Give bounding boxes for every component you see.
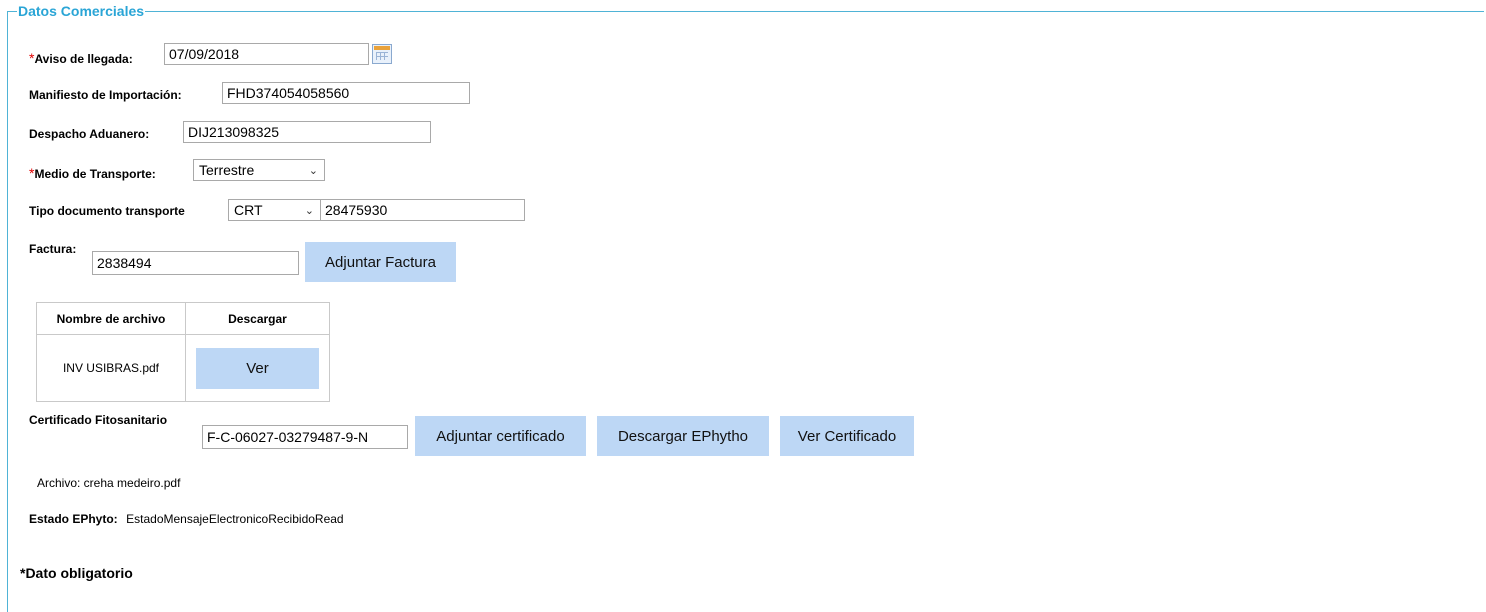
despacho-input[interactable] — [183, 121, 431, 143]
estado-label: Estado EPhyto: — [29, 512, 118, 526]
table-header-row: Nombre de archivo Descargar — [36, 302, 330, 335]
column-header-descargar: Descargar — [185, 302, 330, 335]
factura-input[interactable] — [92, 251, 299, 275]
ver-certificado-button[interactable]: Ver Certificado — [780, 416, 914, 456]
chevron-down-icon: ⌄ — [308, 165, 318, 177]
tipo-doc-number-input[interactable] — [320, 199, 525, 221]
table-row: INV USIBRAS.pdf Ver — [36, 334, 330, 402]
tipo-doc-label: Tipo documento transporte — [29, 204, 185, 218]
manifiesto-label: Manifiesto de Importación: — [29, 88, 182, 102]
manifiesto-input[interactable] — [222, 82, 470, 104]
certificado-label: Certificado Fitosanitario — [29, 413, 168, 427]
certificado-input[interactable] — [202, 425, 408, 449]
medio-selected-value: Terrestre — [199, 162, 255, 178]
medio-transporte-select[interactable]: Terrestre ⌄ — [193, 159, 325, 181]
calendar-icon[interactable] — [372, 44, 392, 64]
descargar-ephytho-button[interactable]: Descargar EPhytho — [597, 416, 769, 456]
aviso-label-text: Aviso de llegada: — [34, 52, 133, 66]
tipo-doc-selected-value: CRT — [234, 202, 263, 218]
medio-label: *Medio de Transporte: — [29, 165, 156, 181]
archivo-filename: Archivo: creha medeiro.pdf — [37, 476, 181, 490]
section-legend: Datos Comerciales — [17, 3, 146, 19]
tipo-doc-select[interactable]: CRT ⌄ — [228, 199, 321, 221]
estado-value: EstadoMensajeElectronicoRecibidoRead — [126, 512, 344, 526]
despacho-label: Despacho Aduanero: — [29, 127, 150, 141]
ver-button[interactable]: Ver — [196, 347, 319, 389]
estado-ephyto-row: Estado EPhyto: EstadoMensajeElectronicoR… — [29, 510, 344, 528]
aviso-label: *Aviso de llegada: — [29, 50, 133, 66]
column-header-nombre: Nombre de archivo — [36, 302, 186, 335]
adjuntar-factura-button[interactable]: Adjuntar Factura — [305, 242, 456, 282]
aviso-date-input[interactable] — [164, 43, 369, 65]
download-cell: Ver — [185, 334, 330, 402]
required-note: *Dato obligatorio — [20, 565, 133, 581]
adjuntar-certificado-button[interactable]: Adjuntar certificado — [415, 416, 586, 456]
files-table: Nombre de archivo Descargar INV USIBRAS.… — [36, 302, 330, 402]
chevron-down-icon: ⌄ — [304, 205, 314, 217]
factura-label: Factura: — [29, 242, 77, 256]
file-name-cell: INV USIBRAS.pdf — [36, 334, 186, 402]
medio-label-text: Medio de Transporte: — [34, 167, 156, 181]
